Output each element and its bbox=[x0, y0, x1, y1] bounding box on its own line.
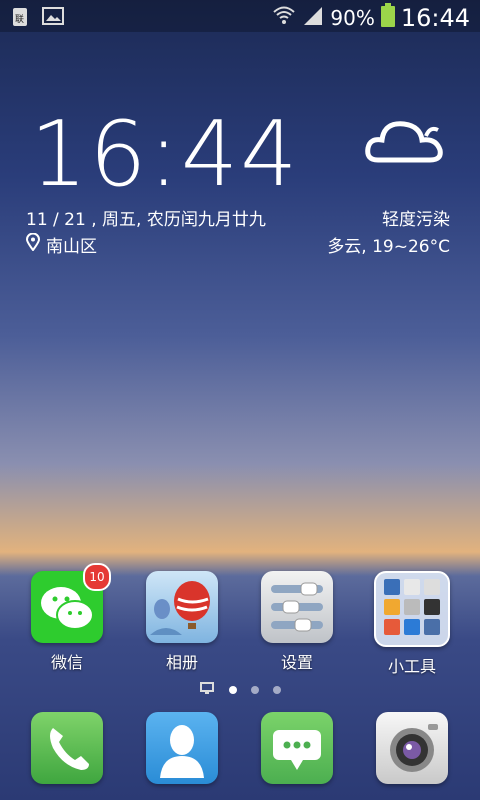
camera-icon bbox=[376, 712, 448, 784]
phone-icon bbox=[31, 712, 103, 784]
widget-clock[interactable]: 16:44 bbox=[30, 102, 299, 207]
dock-app-contacts[interactable] bbox=[132, 712, 232, 784]
app-settings[interactable]: 设置 bbox=[247, 571, 347, 673]
sim-card-icon: 联 bbox=[10, 6, 32, 32]
app-label: 相册 bbox=[165, 653, 198, 672]
gallery-notification-icon bbox=[42, 6, 64, 32]
page-dot-active[interactable] bbox=[229, 685, 237, 694]
gallery-icon bbox=[146, 571, 218, 643]
widget-date: 11 / 21 , 周五, 农历闰九月廿九 bbox=[26, 210, 266, 230]
battery-percent: 90% bbox=[330, 5, 375, 30]
messages-icon bbox=[261, 712, 333, 784]
unread-badge: 10 bbox=[83, 563, 111, 591]
app-wechat[interactable]: 10 微信 bbox=[17, 563, 117, 673]
status-time: 16:44 bbox=[400, 3, 470, 32]
location-label: 南山区 bbox=[46, 237, 97, 257]
page-dot[interactable] bbox=[251, 685, 259, 694]
tools-folder-icon bbox=[374, 571, 450, 647]
wifi-icon bbox=[272, 5, 296, 30]
wechat-icon: 10 bbox=[31, 563, 111, 643]
location-pin-icon bbox=[25, 232, 41, 256]
app-label: 微信 bbox=[50, 653, 83, 672]
dock bbox=[0, 700, 480, 800]
weather-summary: 多云, 19~26°C bbox=[327, 237, 450, 257]
status-indicators: 90% 16:44 bbox=[272, 3, 470, 32]
page-dot[interactable] bbox=[273, 685, 281, 694]
app-label: 设置 bbox=[280, 653, 313, 672]
settings-icon bbox=[261, 571, 333, 643]
notification-icons: 联 bbox=[10, 6, 64, 32]
page-indicator bbox=[0, 680, 480, 699]
cloud-icon[interactable] bbox=[364, 112, 446, 172]
app-label: 小工具 bbox=[387, 657, 436, 676]
app-gallery[interactable]: 相册 bbox=[132, 571, 232, 673]
dock-app-camera[interactable] bbox=[362, 712, 462, 784]
svg-text:联: 联 bbox=[15, 14, 24, 25]
contacts-icon bbox=[146, 712, 218, 784]
widget-location[interactable]: 南山区 bbox=[25, 232, 97, 257]
dock-app-phone[interactable] bbox=[17, 712, 117, 784]
dock-app-messages[interactable] bbox=[247, 712, 347, 784]
app-tools-folder[interactable]: 小工具 bbox=[362, 571, 462, 677]
battery-icon bbox=[380, 3, 395, 32]
home-screen-icon[interactable] bbox=[199, 680, 215, 699]
status-bar: 联 90% 16:44 bbox=[0, 0, 480, 32]
air-quality: 轻度污染 bbox=[382, 210, 450, 230]
signal-icon bbox=[302, 5, 324, 30]
